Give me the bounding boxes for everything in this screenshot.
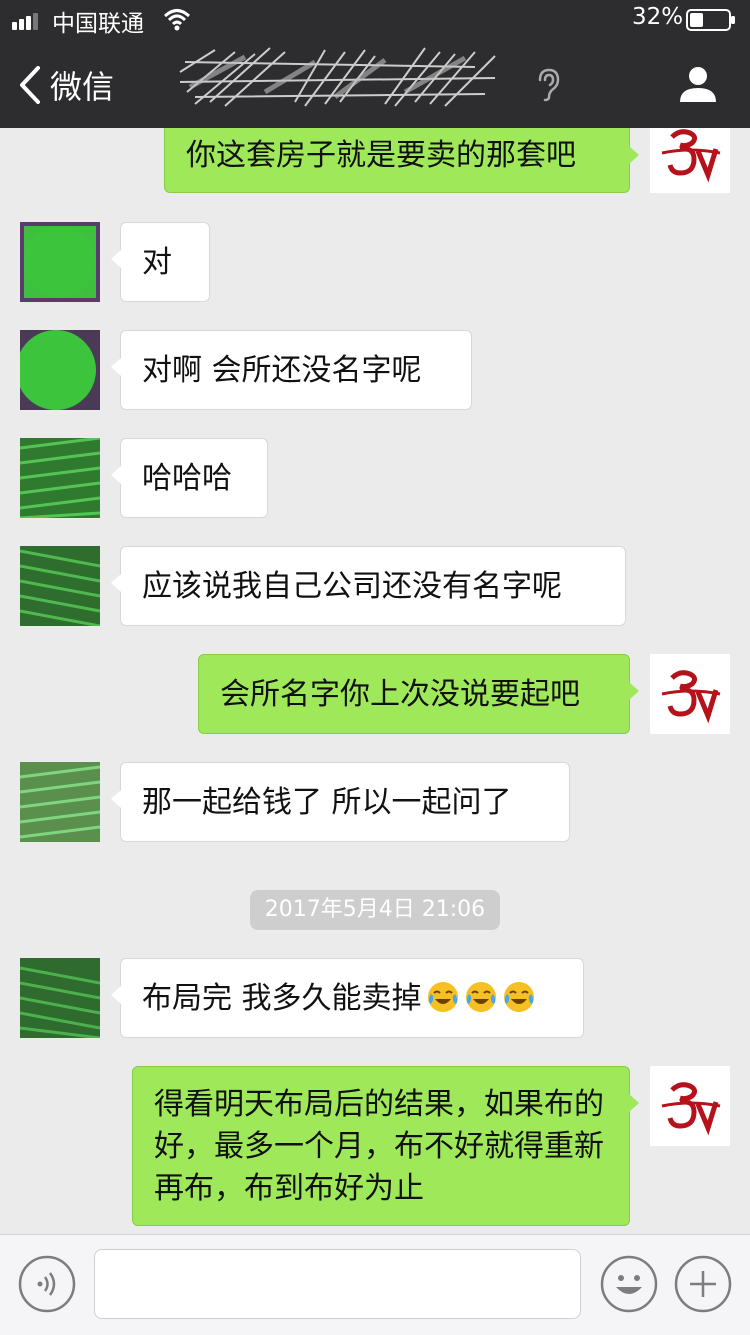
emoji-face-icon[interactable]	[600, 1255, 658, 1313]
om-logo-avatar-icon	[650, 654, 730, 734]
message-input[interactable]	[94, 1249, 581, 1319]
crying-laughing-emoji-icon	[427, 982, 458, 1012]
carrier-name: 中国联通	[52, 11, 144, 37]
message-bubble-incoming[interactable]: 布局完 我多久能卖掉	[111, 958, 584, 1038]
emoji-group	[422, 981, 536, 1016]
back-label: 微信	[50, 68, 115, 106]
plus-icon[interactable]	[674, 1255, 732, 1313]
scribbled-avatar-icon	[19, 436, 101, 520]
om-logo-avatar-icon	[650, 1066, 730, 1146]
contact-avatar[interactable]	[20, 222, 100, 302]
message-bubble-outgoing[interactable]: 你这套房子就是要卖的那套吧	[164, 128, 639, 193]
signal-icon	[12, 13, 38, 30]
ear-icon	[538, 68, 560, 102]
message-text: 布局完 我多久能卖掉	[142, 981, 422, 1016]
status-bar: 中国联通 32%	[0, 0, 750, 40]
battery-icon	[686, 9, 735, 31]
back-button[interactable]: 微信	[18, 62, 198, 108]
contact-avatar[interactable]	[19, 958, 101, 1040]
message-bubble-incoming[interactable]: 对	[111, 222, 210, 302]
self-avatar[interactable]	[650, 1066, 730, 1146]
self-avatar[interactable]	[650, 654, 730, 734]
contact-avatar[interactable]	[19, 762, 101, 842]
chevron-left-icon	[20, 66, 40, 104]
scribbled-avatar-icon	[19, 958, 101, 1040]
chat-title-redacted	[175, 42, 505, 112]
input-bar	[0, 1234, 750, 1335]
contact-avatar[interactable]	[19, 436, 101, 520]
scribbled-avatar-icon	[20, 222, 100, 302]
scribbled-avatar-icon	[19, 546, 101, 628]
message-bubble-incoming[interactable]: 应该说我自己公司还没有名字呢	[111, 546, 626, 626]
battery-percentage: 32%	[632, 4, 684, 30]
contact-avatar[interactable]	[16, 330, 100, 410]
self-avatar[interactable]	[650, 128, 730, 193]
message-bubble-incoming[interactable]: 那一起给钱了 所以一起问了	[111, 762, 570, 842]
contact-avatar[interactable]	[19, 546, 101, 628]
message-bubble-outgoing[interactable]: 得看明天布局后的结果，如果布的好，最多一个月，布不好就得重新再布，布到布好为止	[132, 1066, 639, 1226]
scribbled-avatar-icon	[16, 330, 100, 410]
scribbled-avatar-icon	[19, 762, 101, 842]
wifi-icon	[163, 9, 191, 31]
message-bubble-incoming[interactable]: 对啊 会所还没名字呢	[111, 330, 472, 410]
voice-icon[interactable]	[18, 1255, 76, 1313]
om-logo-avatar-icon	[650, 128, 730, 193]
message-bubble-outgoing[interactable]: 会所名字你上次没说要起吧	[198, 654, 639, 734]
profile-icon[interactable]	[678, 64, 718, 104]
timestamp-divider: 2017年5月4日 21:06	[250, 890, 500, 930]
crying-laughing-emoji-icon	[465, 982, 496, 1012]
crying-laughing-emoji-icon	[503, 982, 534, 1012]
header: 中国联通 32% 微信	[0, 0, 750, 128]
chat-message-list[interactable]: 你这套房子就是要卖的那套吧 对 对啊 会所还没名字呢 哈哈哈 应该说我自己公司还…	[0, 128, 750, 1234]
message-bubble-incoming[interactable]: 哈哈哈	[111, 438, 268, 518]
